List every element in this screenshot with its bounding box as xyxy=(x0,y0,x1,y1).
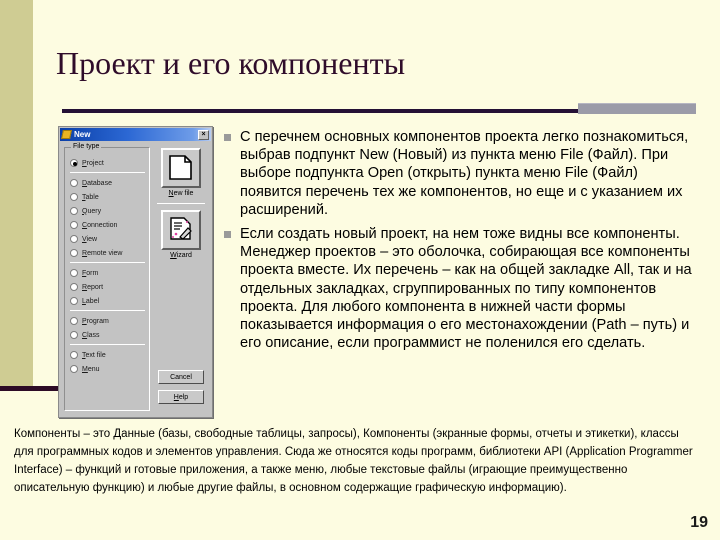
radio-option-class[interactable]: Class xyxy=(70,328,149,342)
radio-option-query[interactable]: Query xyxy=(70,204,149,218)
radio-mark-icon xyxy=(70,221,78,229)
radio-option-remote-view[interactable]: Remote view xyxy=(70,246,149,260)
radio-option-label: Label xyxy=(82,297,100,305)
new-file-dialog[interactable]: New × File type Project Database Table Quer… xyxy=(58,126,213,418)
close-icon[interactable]: × xyxy=(198,129,209,140)
magic-wand-page-icon xyxy=(170,217,192,240)
radio-mark-icon xyxy=(70,235,78,243)
new-document-icon xyxy=(61,130,72,139)
radio-mark-icon xyxy=(70,269,78,277)
radio-option-menu[interactable]: Menu xyxy=(70,362,149,376)
radio-option-label: Form xyxy=(82,269,99,277)
radio-mark-icon xyxy=(70,351,78,359)
radio-mark-icon xyxy=(70,365,78,373)
radio-group-divider xyxy=(70,310,145,311)
radio-group-divider xyxy=(70,172,145,173)
radio-option-label: Text file xyxy=(82,351,106,359)
radio-option-label: Table xyxy=(82,193,99,201)
radio-mark-icon xyxy=(70,159,78,167)
bullet-text: Если создать новый проект, на нем тоже в… xyxy=(240,226,692,352)
radio-option-form[interactable]: Form xyxy=(70,266,149,280)
help-button[interactable]: Help xyxy=(158,390,204,404)
file-type-groupbox: File type Project Database Table Query Conne… xyxy=(64,143,150,411)
radio-option-label: Menu xyxy=(82,365,100,373)
radio-mark-icon xyxy=(70,331,78,339)
radio-mark-icon xyxy=(70,297,78,305)
dialog-action-column: New file Wizard xyxy=(155,148,207,259)
page-number: 19 xyxy=(690,514,708,531)
file-type-label: File type xyxy=(71,143,102,150)
radio-option-label: Project xyxy=(82,159,104,167)
radio-option-label: Database xyxy=(82,179,112,187)
radio-group-divider xyxy=(70,344,145,345)
radio-option-label: Program xyxy=(82,317,109,325)
bullet-list: С перечнем основных компонентов проекта … xyxy=(224,128,698,358)
page-title: Проект и его компоненты xyxy=(56,45,406,81)
title-accent-bar xyxy=(578,103,696,114)
file-type-radio-list[interactable]: Project Database Table Query Connection View R… xyxy=(65,148,149,376)
radio-option-label: View xyxy=(82,235,98,243)
radio-option-label: Remote view xyxy=(82,249,123,257)
radio-option-project[interactable]: Project xyxy=(70,156,149,170)
wizard-label: Wizard xyxy=(170,252,192,259)
dialog-titlebar[interactable]: New × xyxy=(60,128,211,141)
radio-option-report[interactable]: Report xyxy=(70,280,149,294)
blank-page-icon xyxy=(169,155,192,180)
radio-mark-icon xyxy=(70,179,78,187)
left-band-rule xyxy=(0,386,64,391)
radio-mark-icon xyxy=(70,193,78,201)
footer-paragraph: Компоненты – это Данные (базы, свободные… xyxy=(14,428,693,494)
bullet-marker-icon xyxy=(224,134,231,141)
dialog-buttons: Cancel Help xyxy=(155,370,207,410)
radio-option-label: Query xyxy=(82,207,102,215)
radio-option-connection[interactable]: Connection xyxy=(70,218,149,232)
radio-mark-icon xyxy=(70,317,78,325)
cancel-button[interactable]: Cancel xyxy=(158,370,204,384)
radio-option-database[interactable]: Database xyxy=(70,176,149,190)
radio-option-table[interactable]: Table xyxy=(70,190,149,204)
radio-option-label: Report xyxy=(82,283,104,291)
radio-option-label[interactable]: Label xyxy=(70,294,149,308)
bullet-item: С перечнем основных компонентов проекта … xyxy=(224,128,698,219)
radio-option-view[interactable]: View xyxy=(70,232,149,246)
wizard-button[interactable] xyxy=(161,210,201,250)
radio-mark-icon xyxy=(70,283,78,291)
radio-option-label: Class xyxy=(82,331,100,339)
radio-option-text-file[interactable]: Text file xyxy=(70,348,149,362)
bullet-text: С перечнем основных компонентов проекта … xyxy=(240,129,689,218)
bullet-item: Если создать новый проект, на нем тоже в… xyxy=(224,225,698,352)
new-file-button[interactable] xyxy=(161,148,201,188)
dialog-body: File type Project Database Table Query Conne… xyxy=(59,142,212,418)
radio-mark-icon xyxy=(70,249,78,257)
dialog-title: New xyxy=(74,130,91,139)
bullet-marker-icon xyxy=(224,231,231,239)
radio-mark-icon xyxy=(70,207,78,215)
new-file-label: New file xyxy=(168,190,194,197)
radio-group-divider xyxy=(70,262,145,263)
radio-option-program[interactable]: Program xyxy=(70,314,149,328)
left-decorative-band xyxy=(0,0,33,386)
action-divider xyxy=(157,203,205,204)
radio-option-label: Connection xyxy=(82,221,118,229)
